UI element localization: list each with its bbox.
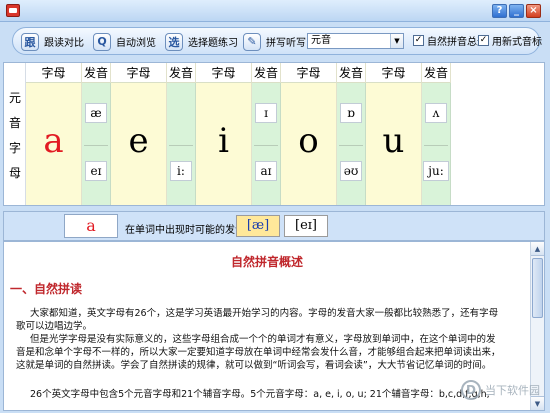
letter-cell-u[interactable]: u (366, 83, 422, 205)
header-sound: 发音 (337, 63, 366, 83)
row-label: 元 音 字 母 (4, 63, 26, 205)
sound-cell-u: ʌ ju: (422, 83, 451, 205)
sound-cell-o: ɒ əʊ (337, 83, 366, 205)
divider (339, 145, 363, 146)
phonics-overview-checkbox[interactable]: ✓ 自然拼音总述 (413, 33, 487, 48)
minimize-button[interactable]: _ (509, 4, 524, 18)
letter-cell-o[interactable]: o (281, 83, 337, 205)
scroll-up-icon[interactable]: ▲ (531, 242, 544, 256)
divider (169, 145, 193, 146)
paragraph-line: 这就是单词的自然拼读。学会了自然拼读的规律，就可以做到“听词会写，看词会读”，大… (16, 360, 492, 371)
choice-practice-label: 选择题练习 (188, 38, 238, 49)
letter-cell-i[interactable]: i (196, 83, 252, 205)
paragraph-line: 但是光学字母是没有实际意义的，这些字母组合成一个个的单词才有意义，字母放到单词中… (30, 334, 496, 345)
chevron-down-icon[interactable]: ▼ (390, 34, 403, 48)
row-label-char: 母 (8, 166, 21, 180)
sound-button[interactable]: əʊ (340, 161, 362, 181)
checkbox-mark-icon[interactable]: ✓ (478, 35, 489, 46)
close-button[interactable]: × (526, 4, 541, 18)
checkbox-mark-icon[interactable]: ✓ (413, 35, 424, 46)
sound-option-active[interactable]: [æ] (236, 215, 280, 237)
dictation-icon: ✎ (243, 32, 261, 51)
sound-button[interactable]: ju: (423, 161, 449, 181)
dictation-label: 拼写听写 (266, 38, 306, 49)
paragraph-line: 大家都知道，英文字母有26个，这是学习英语最开始学习的内容。字母的发音大家一般都… (30, 308, 499, 319)
scroll-thumb[interactable] (532, 258, 543, 318)
app-icon (6, 4, 20, 17)
header-sound: 发音 (82, 63, 111, 83)
letter-cell-e[interactable]: e (111, 83, 167, 205)
section-heading: 一、自然拼读 (10, 282, 83, 296)
sound-button[interactable]: ɒ (340, 103, 362, 123)
watermark-logo-icon: D (461, 380, 481, 400)
letter-u: u (382, 121, 405, 161)
follow-read-button[interactable]: 跟 跟读对比 (21, 31, 84, 52)
divider (424, 145, 448, 146)
sound-info-bar: a 在单词中出现时可能的发音： [æ] [eɪ] (3, 211, 545, 241)
paragraph-line: 音是和念单个字母不一样的，所以大家一定要知道字母放在单词中经常会发什么音，才能够… (16, 347, 501, 358)
vowel-grid: 元 音 字 母 字母 发音 a æ eɪ 字母 发音 e i: 字母 发音 i … (3, 62, 545, 206)
row-label-char: 音 (8, 116, 21, 130)
new-phonetic-label: 用新式音标 (492, 37, 542, 48)
header-letter: 字母 (26, 63, 82, 83)
choice-practice-icon: 选 (165, 32, 183, 51)
letter-e: e (128, 121, 149, 161)
header-sound: 发音 (252, 63, 281, 83)
sound-option[interactable]: [eɪ] (284, 215, 328, 237)
help-button[interactable]: ? (492, 4, 507, 18)
row-label-char: 字 (8, 141, 21, 155)
auto-browse-button[interactable]: Q 自动浏览 (93, 31, 156, 52)
sound-cell-a: æ eɪ (82, 83, 111, 205)
letter-a: a (43, 121, 64, 161)
sound-button[interactable]: ɪ (255, 103, 277, 123)
follow-read-label: 跟读对比 (44, 38, 84, 49)
auto-browse-label: 自动浏览 (116, 38, 156, 49)
letter-o: o (298, 121, 319, 161)
sound-button[interactable]: i: (170, 161, 192, 181)
follow-read-icon: 跟 (21, 32, 39, 51)
sound-button[interactable]: ʌ (425, 103, 447, 123)
dictation-button[interactable]: ✎ 拼写听写 (243, 31, 306, 52)
category-select-value: 元音 (311, 35, 331, 46)
sound-cell-i: ɪ aɪ (252, 83, 281, 205)
category-select[interactable]: 元音 ▼ (307, 33, 404, 49)
letter-i: i (218, 121, 229, 161)
paragraph-line: 26个英文字母中包含5个元音字母和21个辅音字母。5个元音字母：a, e, i,… (30, 389, 490, 400)
overview-document: 自然拼音概述 一、自然拼读 大家都知道，英文字母有26个，这是学习英语最开始学习… (3, 241, 545, 411)
new-phonetic-checkbox[interactable]: ✓ 用新式音标 (478, 33, 542, 48)
header-letter: 字母 (366, 63, 422, 83)
title-bar: ? _ × (0, 0, 550, 22)
header-letter: 字母 (196, 63, 252, 83)
sound-button[interactable]: eɪ (85, 161, 107, 181)
sound-cell-e: i: (167, 83, 196, 205)
watermark: D 当下软件园 (461, 380, 540, 400)
sound-button[interactable]: æ (85, 103, 107, 123)
header-sound: 发音 (422, 63, 451, 83)
header-letter: 字母 (111, 63, 167, 83)
current-letter: a (64, 214, 118, 238)
toolbar: 跟 跟读对比 Q 自动浏览 选 选择题练习 ✎ 拼写听写 元音 ▼ ✓ 自然拼音… (12, 27, 542, 55)
divider (84, 145, 108, 146)
auto-browse-icon: Q (93, 32, 111, 51)
header-letter: 字母 (281, 63, 337, 83)
sound-button[interactable]: aɪ (255, 161, 277, 181)
paragraph-line: 歌可以边唱边学。 (16, 321, 93, 332)
watermark-text: 当下软件园 (485, 384, 540, 397)
divider (254, 145, 278, 146)
row-label-char: 元 (8, 91, 21, 105)
letter-cell-a[interactable]: a (26, 83, 82, 205)
header-sound: 发音 (167, 63, 196, 83)
doc-title: 自然拼音概述 (230, 255, 303, 269)
choice-practice-button[interactable]: 选 选择题练习 (165, 31, 238, 52)
